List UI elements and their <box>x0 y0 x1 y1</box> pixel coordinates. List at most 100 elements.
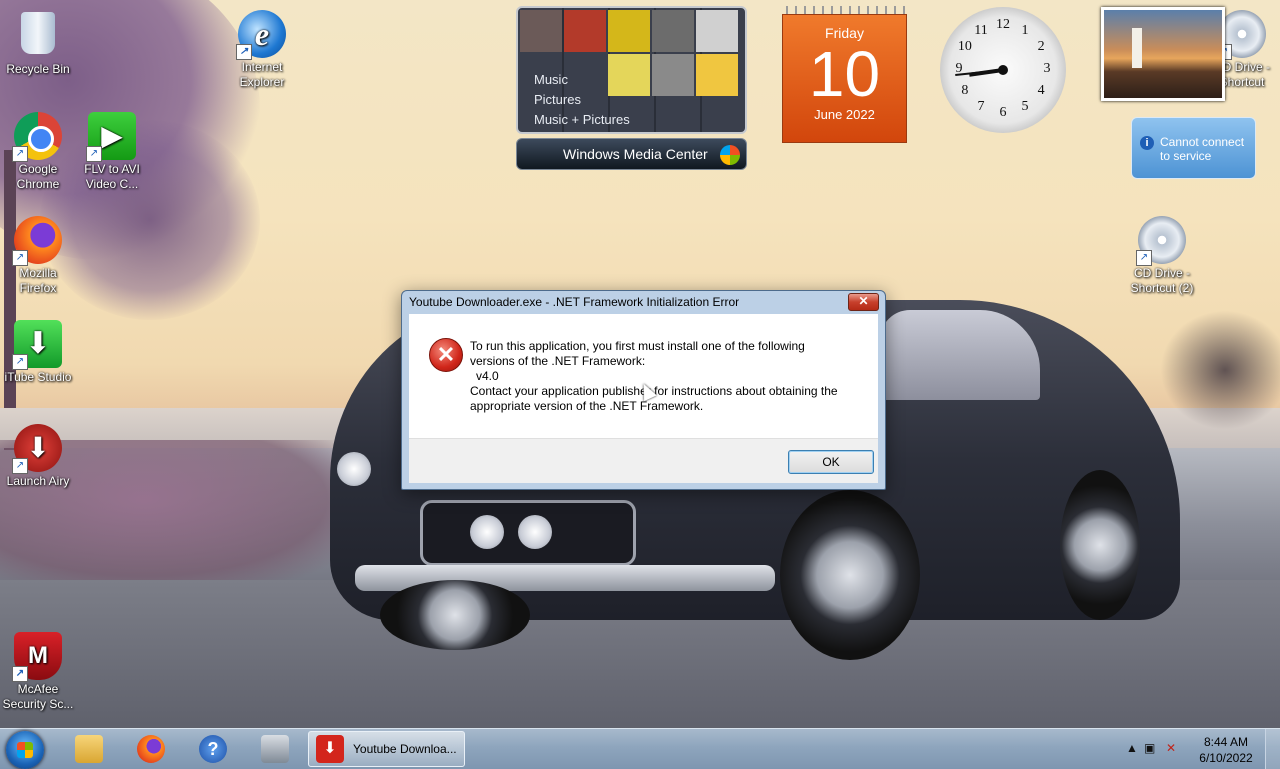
network-icon[interactable]: ▣ <box>1144 741 1155 755</box>
media-tile <box>696 54 738 96</box>
download-arrow-icon: ⬇ ↗ <box>12 320 62 370</box>
car-headlight <box>518 515 552 549</box>
framework-version: v4.0 <box>476 369 499 383</box>
desktop-icon-label: Mozilla Firefox <box>19 266 57 295</box>
slideshow-gadget[interactable] <box>1101 7 1225 101</box>
car-window <box>880 310 1040 400</box>
calendar-gadget[interactable]: Friday 10 June 2022 <box>782 6 907 143</box>
info-icon: i <box>1140 136 1154 150</box>
shortcut-arrow-icon: ↗ <box>12 458 28 474</box>
taskbar-clock[interactable]: 8:44 AM 6/10/2022 <box>1198 734 1254 766</box>
tray-expand-icon[interactable]: ▲ <box>1126 741 1138 755</box>
media-tile <box>652 10 694 52</box>
video-converter-icon: ▶ ↗ <box>86 112 136 162</box>
desktop-icon-label: iTube Studio <box>4 370 72 384</box>
internet-explorer-icon: e ↗ <box>236 10 286 60</box>
mcafee-shield-icon: M ↗ <box>12 632 62 682</box>
desktop-icon-mozilla-firefox[interactable]: ↗ Mozilla Firefox <box>0 216 76 296</box>
weather-status-message: Cannot connect to service <box>1160 135 1245 163</box>
media-menu-item-music[interactable]: Music <box>534 70 630 90</box>
error-message: To run this application, you first must … <box>470 339 838 414</box>
media-menu-item-pictures[interactable]: Pictures <box>534 90 630 110</box>
desktop-icon-launch-airy[interactable]: ⬇ ↗ Launch Airy <box>0 424 76 489</box>
help-icon: ? <box>199 735 227 763</box>
clock-number: 6 <box>999 105 1007 120</box>
close-button[interactable]: ✕ <box>848 293 879 311</box>
chrome-icon: ↗ <box>12 112 62 162</box>
media-tile <box>520 10 562 52</box>
desktop-icon-label: Recycle Bin <box>6 62 70 76</box>
clock-gadget[interactable]: 12 1 2 3 4 5 6 7 8 9 10 11 <box>940 7 1066 133</box>
desktop-icon-recycle-bin[interactable]: Recycle Bin <box>0 8 76 77</box>
show-desktop-button[interactable] <box>1265 729 1280 769</box>
clock-number: 2 <box>1037 39 1045 54</box>
taskbar-pin-firefox[interactable] <box>126 732 176 766</box>
media-center-launch-bar[interactable]: Windows Media Center <box>516 138 747 170</box>
ok-button[interactable]: OK <box>788 450 874 474</box>
shortcut-arrow-icon: ↗ <box>12 146 28 162</box>
weather-gadget[interactable]: i Cannot connect to service <box>1131 117 1256 179</box>
taskbar-pin-help[interactable]: ? <box>188 732 238 766</box>
clock-number: 7 <box>977 99 985 115</box>
desktop-icon-itube-studio[interactable]: ⬇ ↗ iTube Studio <box>0 320 76 385</box>
media-center-gadget[interactable]: Music Pictures Music + Pictures Windows … <box>516 6 747 170</box>
desktop-icon-label: FLV to AVI Video C... <box>84 162 140 191</box>
lighthouse-photo <box>1132 28 1142 68</box>
error-message-line: versions of the .NET Framework: <box>470 354 646 368</box>
media-center-tiles[interactable]: Music Pictures Music + Pictures <box>516 6 747 134</box>
close-icon: ✕ <box>858 294 869 308</box>
error-message-line: To run this application, you first must … <box>470 339 805 353</box>
start-button[interactable] <box>6 731 44 769</box>
desktop-icon-flv-to-avi[interactable]: ▶ ↗ FLV to AVI Video C... <box>74 112 150 192</box>
folder-icon <box>75 735 103 763</box>
taskbar-pin-app[interactable] <box>250 732 300 766</box>
car-wheel-front <box>780 490 920 660</box>
shortcut-arrow-icon: ↗ <box>86 146 102 162</box>
desktop-icon-google-chrome[interactable]: ↗ Google Chrome <box>0 112 76 192</box>
calendar-month: June 2022 <box>814 107 875 122</box>
monitor-icon <box>261 735 289 763</box>
clock-number: 3 <box>1043 61 1051 76</box>
shortcut-arrow-icon: ↗ <box>12 354 28 370</box>
media-tile <box>564 10 606 52</box>
desktop-icon-cd-drive-shortcut-2[interactable]: ↗ CD Drive - Shortcut (2) <box>1124 216 1200 296</box>
clock-number: 5 <box>1021 99 1029 115</box>
shortcut-arrow-icon: ↗ <box>12 666 28 682</box>
clock-number: 10 <box>957 39 972 54</box>
dialog-content: ✕ To run this application, you first mus… <box>409 314 878 438</box>
media-tile <box>652 54 694 96</box>
clock-number: 1 <box>1021 22 1029 38</box>
error-icon: ✕ <box>429 338 463 372</box>
calendar-date: 10 <box>808 38 881 110</box>
desktop-icon-label: Internet Explorer <box>239 60 285 89</box>
clock-hub <box>998 65 1008 75</box>
shortcut-arrow-icon: ↗ <box>12 250 28 266</box>
firefox-icon <box>137 735 165 763</box>
desktop-icon-label: CD Drive - Shortcut (2) <box>1130 266 1194 295</box>
system-tray: ▲ ▣ ✕ 8:44 AM 6/10/2022 <box>1120 729 1280 769</box>
taskbar-active-window[interactable]: ⬇ Youtube Downloa... <box>308 731 465 767</box>
clock-number: 4 <box>1037 83 1045 98</box>
taskbar-pin-file-explorer[interactable] <box>64 732 114 766</box>
error-message-line: appropriate version of the .NET Framewor… <box>470 399 704 413</box>
car-headlight <box>470 515 504 549</box>
taskbar-window-title: Youtube Downloa... <box>353 742 457 756</box>
taskbar: ? ⬇ Youtube Downloa... ▲ ▣ ✕ 8:44 AM 6/1… <box>0 728 1280 769</box>
shortcut-arrow-icon: ↗ <box>236 44 252 60</box>
media-center-brand: Windows Media Center <box>563 146 708 162</box>
shortcut-arrow-icon: ↗ <box>1136 250 1152 266</box>
media-tile <box>608 10 650 52</box>
recycle-bin-icon <box>14 12 62 60</box>
volume-muted-icon[interactable]: ✕ <box>1166 741 1176 755</box>
media-center-menu: Music Pictures Music + Pictures <box>534 70 630 130</box>
tree-trunk <box>4 150 16 450</box>
firefox-icon: ↗ <box>12 216 62 266</box>
clock-number: 12 <box>996 17 1010 32</box>
calendar-page: Friday 10 June 2022 <box>782 14 907 143</box>
desktop-icon-label: Launch Airy <box>6 474 70 488</box>
car-wheel-left <box>380 580 530 650</box>
car-wheel-rear <box>1060 470 1140 620</box>
media-menu-item-music-pictures[interactable]: Music + Pictures <box>534 110 630 130</box>
desktop-icon-internet-explorer[interactable]: e ↗ Internet Explorer <box>224 10 300 90</box>
desktop-icon-mcafee[interactable]: M ↗ McAfee Security Sc... <box>0 632 76 712</box>
